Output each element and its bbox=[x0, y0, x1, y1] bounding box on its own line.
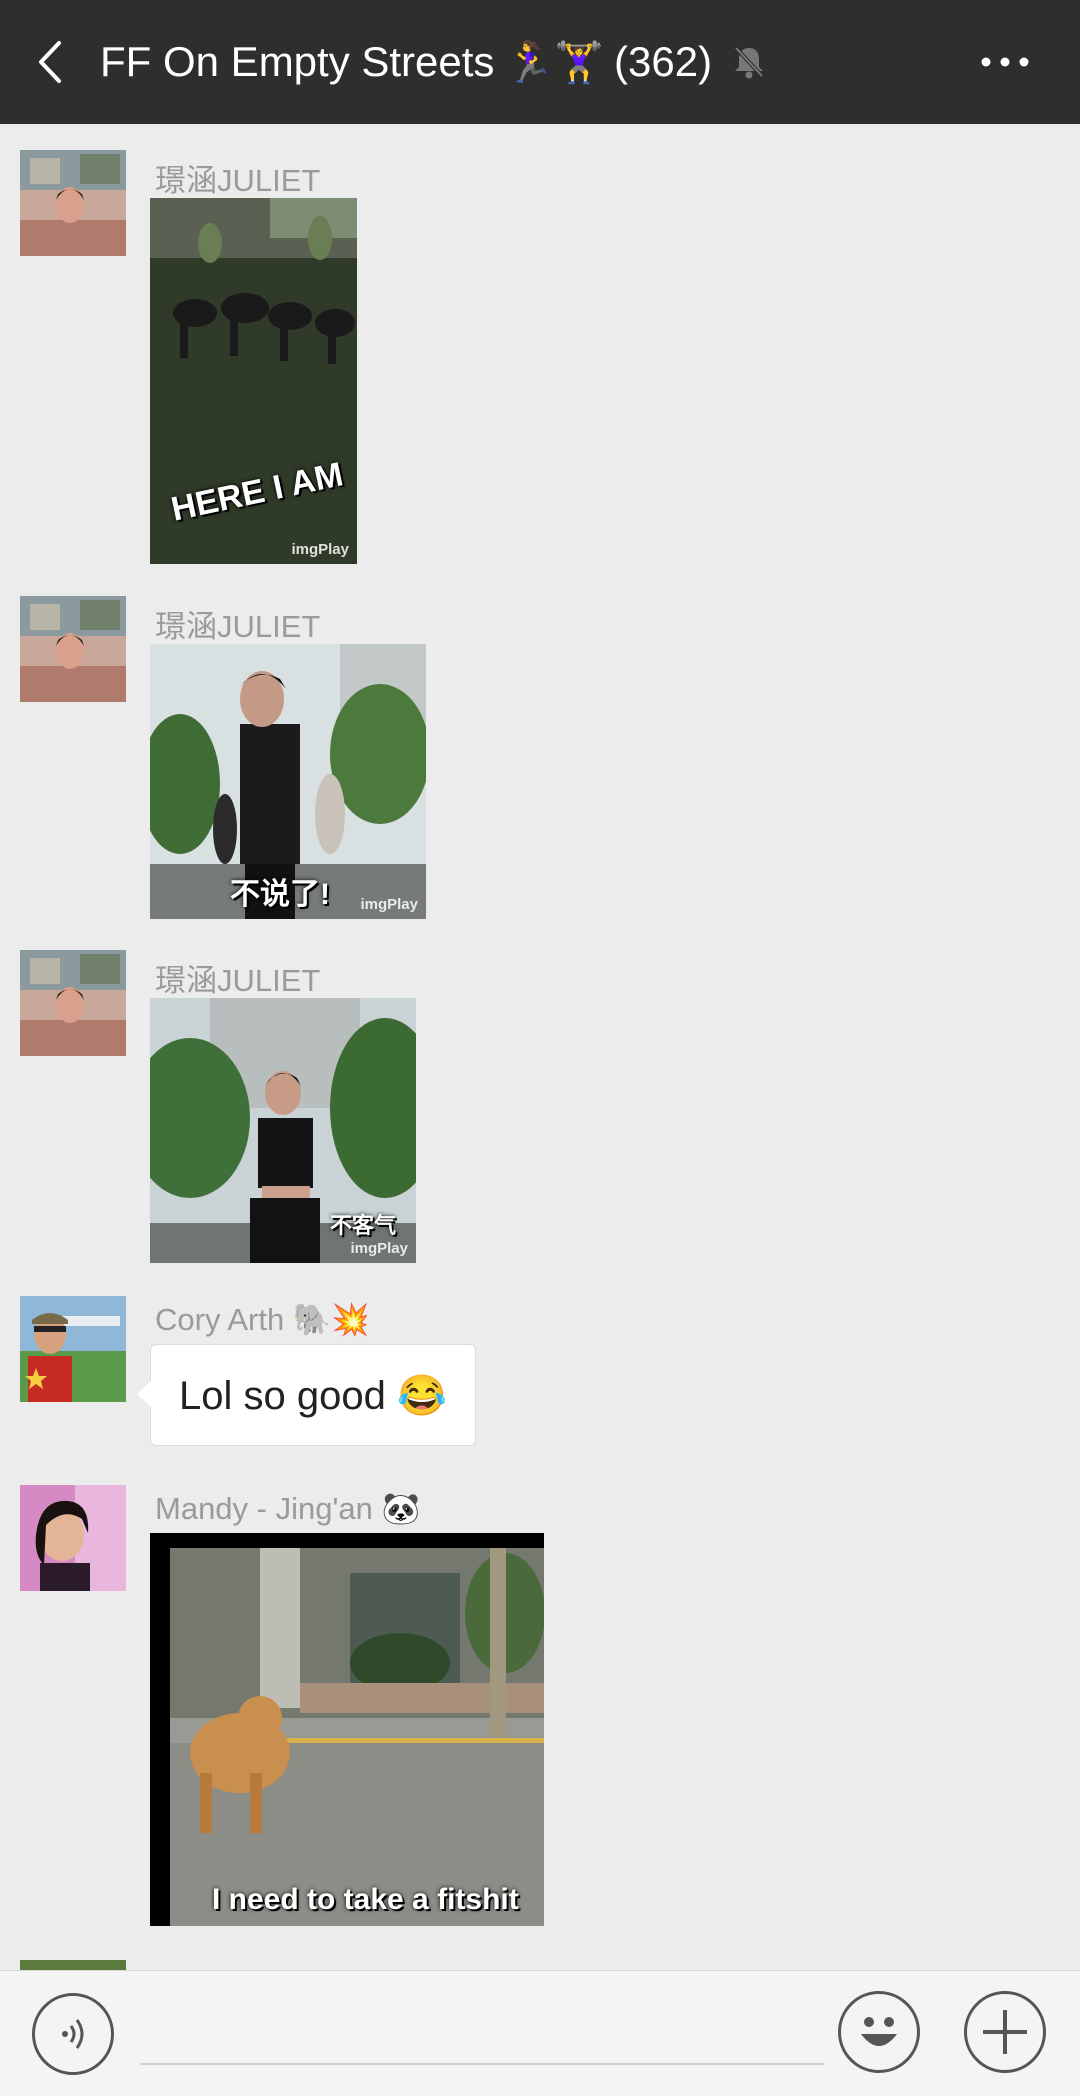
avatar[interactable] bbox=[20, 1296, 126, 1402]
voice-icon bbox=[62, 2019, 84, 2049]
emoji-icon bbox=[861, 2017, 897, 2046]
gif-watermark: imgPlay bbox=[350, 1240, 408, 1257]
avatar[interactable] bbox=[20, 1960, 126, 1970]
gif-watermark: imgPlay bbox=[291, 541, 349, 558]
gif-message[interactable]: 不客气 imgPlay bbox=[150, 998, 416, 1263]
sender-name: 璟涵JULIET bbox=[155, 163, 321, 198]
chat-title-text: FF On Empty Streets bbox=[100, 38, 495, 85]
more-button[interactable] bbox=[960, 0, 1050, 124]
plus-icon bbox=[983, 2010, 1027, 2054]
sender-name: Mandy - Jing'an 🐼 bbox=[155, 1491, 421, 1526]
chat-header: FF On Empty Streets 🏃‍♀️🏋️‍♀️ (362) bbox=[0, 0, 1080, 124]
sender-name: 璟涵JULIET bbox=[155, 963, 321, 998]
avatar[interactable] bbox=[20, 150, 126, 256]
more-icon bbox=[981, 57, 1029, 67]
chat-input-bar bbox=[0, 1970, 1080, 2096]
plus-button[interactable] bbox=[964, 1991, 1046, 2073]
emoji-button[interactable] bbox=[838, 1991, 920, 2073]
avatar[interactable] bbox=[20, 596, 126, 702]
gif-message[interactable]: I need to take a fitshit bbox=[150, 1533, 544, 1926]
sender-name: Cory Arth 🐘💥 bbox=[155, 1302, 371, 1337]
gif-watermark: imgPlay bbox=[360, 896, 418, 913]
back-arrow-icon bbox=[39, 41, 61, 83]
gif-message[interactable]: HERE I AM imgPlay bbox=[150, 198, 357, 564]
back-button[interactable] bbox=[0, 0, 100, 124]
text-message-bubble[interactable]: Lol so good 😂 bbox=[137, 1344, 476, 1446]
sender-name: 璟涵JULIET bbox=[155, 609, 321, 644]
message-input[interactable] bbox=[140, 2001, 824, 2065]
gif-message[interactable]: 不说了! imgPlay bbox=[150, 644, 426, 919]
gif-caption: I need to take a fitshit bbox=[212, 1883, 519, 1916]
avatar[interactable] bbox=[20, 950, 126, 1056]
gif-caption: 不客气 bbox=[330, 1213, 397, 1238]
chat-title-emoji: 🏃‍♀️🏋️‍♀️ bbox=[504, 40, 605, 85]
gif-caption: 不说了! bbox=[230, 878, 330, 911]
voice-button[interactable] bbox=[32, 1993, 114, 2075]
chat-title: FF On Empty Streets 🏃‍♀️🏋️‍♀️ (362) bbox=[100, 38, 766, 86]
avatar[interactable] bbox=[20, 1485, 126, 1591]
muted-bell-icon bbox=[734, 46, 764, 79]
member-count: (362) bbox=[614, 38, 713, 85]
message-text: Lol so good 😂 bbox=[179, 1373, 447, 1418]
